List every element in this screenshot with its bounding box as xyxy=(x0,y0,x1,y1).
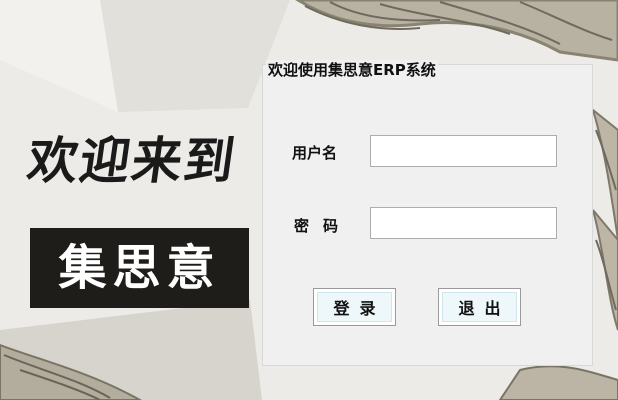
username-label: 用户名 xyxy=(292,144,338,162)
password-input[interactable] xyxy=(370,207,557,239)
exit-button[interactable]: 退出 xyxy=(438,288,521,326)
login-button-label: 登录 xyxy=(333,299,386,318)
username-input[interactable] xyxy=(370,135,557,167)
brand-name: 集思意 xyxy=(58,240,221,296)
password-label: 密码 xyxy=(294,217,353,235)
exit-button-label: 退出 xyxy=(458,299,511,318)
login-button[interactable]: 登录 xyxy=(313,288,396,326)
login-panel-title: 欢迎使用集思意ERP系统 xyxy=(266,60,438,80)
brand-block: 集思意 xyxy=(30,228,249,308)
welcome-calligraphy-text: 欢迎来到 xyxy=(23,131,241,190)
